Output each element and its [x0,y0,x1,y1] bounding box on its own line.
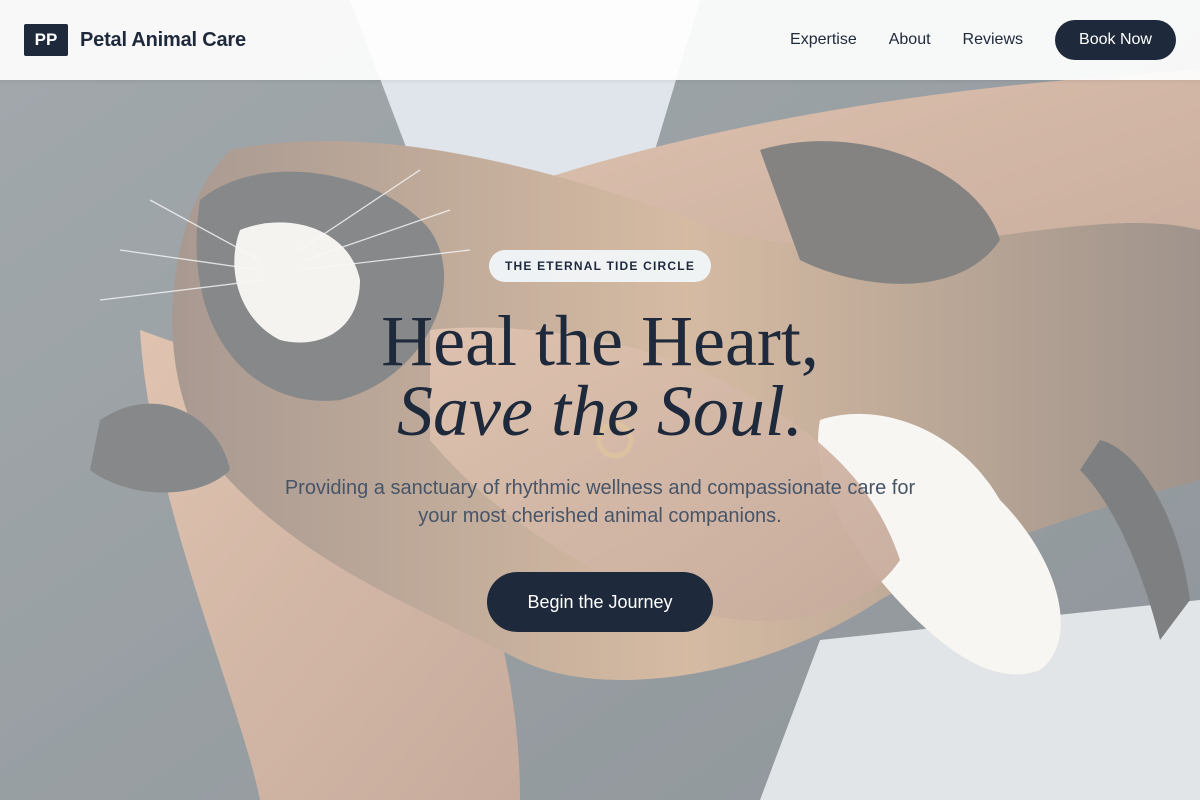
nav-link-about[interactable]: About [889,31,931,49]
hero-eyebrow-badge: THE ETERNAL TIDE CIRCLE [488,250,712,282]
hero-headline-line1: Heal the Heart, [381,301,819,381]
main-nav: Expertise About Reviews Book Now [790,20,1176,60]
book-now-button[interactable]: Book Now [1055,20,1176,60]
logo-badge: PP [24,24,68,56]
hero-headline-line2: Save the Soul. [397,371,803,451]
site-header: PP Petal Animal Care Expertise About Rev… [0,0,1200,80]
brand-name: Petal Animal Care [80,28,246,51]
hero-subtitle: Providing a sanctuary of rhythmic wellne… [284,477,916,527]
hero-headline: Heal the Heart, Save the Soul. [0,305,1200,451]
begin-journey-button[interactable]: Begin the Journey [487,572,713,632]
brand-logo[interactable]: PP Petal Animal Care [24,24,246,56]
hero-content: THE ETERNAL TIDE CIRCLE Heal the Heart, … [0,250,1200,632]
nav-link-expertise[interactable]: Expertise [790,31,857,49]
nav-link-reviews[interactable]: Reviews [963,31,1023,49]
